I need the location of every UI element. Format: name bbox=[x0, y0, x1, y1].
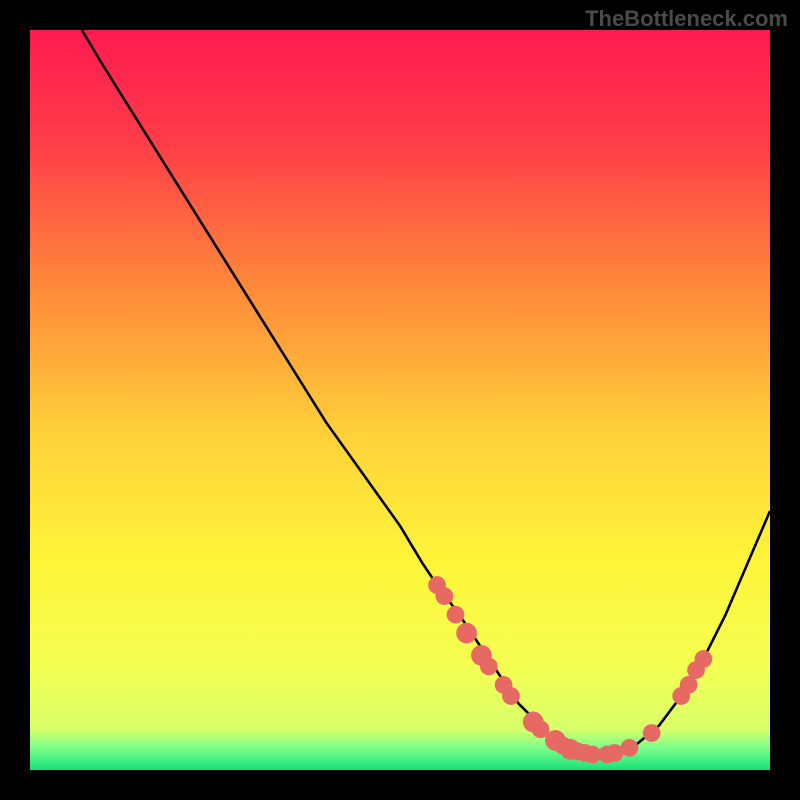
data-marker bbox=[447, 606, 465, 624]
chart-overlay bbox=[30, 30, 770, 770]
data-markers bbox=[428, 576, 712, 763]
data-marker bbox=[502, 687, 520, 705]
data-marker bbox=[480, 658, 498, 676]
bottleneck-curve bbox=[82, 30, 770, 755]
data-marker bbox=[643, 724, 661, 742]
data-marker bbox=[695, 650, 713, 668]
chart-container bbox=[30, 30, 770, 770]
data-marker bbox=[456, 623, 477, 644]
watermark-label: TheBottleneck.com bbox=[585, 6, 788, 32]
data-marker bbox=[436, 587, 454, 605]
data-marker bbox=[621, 739, 639, 757]
